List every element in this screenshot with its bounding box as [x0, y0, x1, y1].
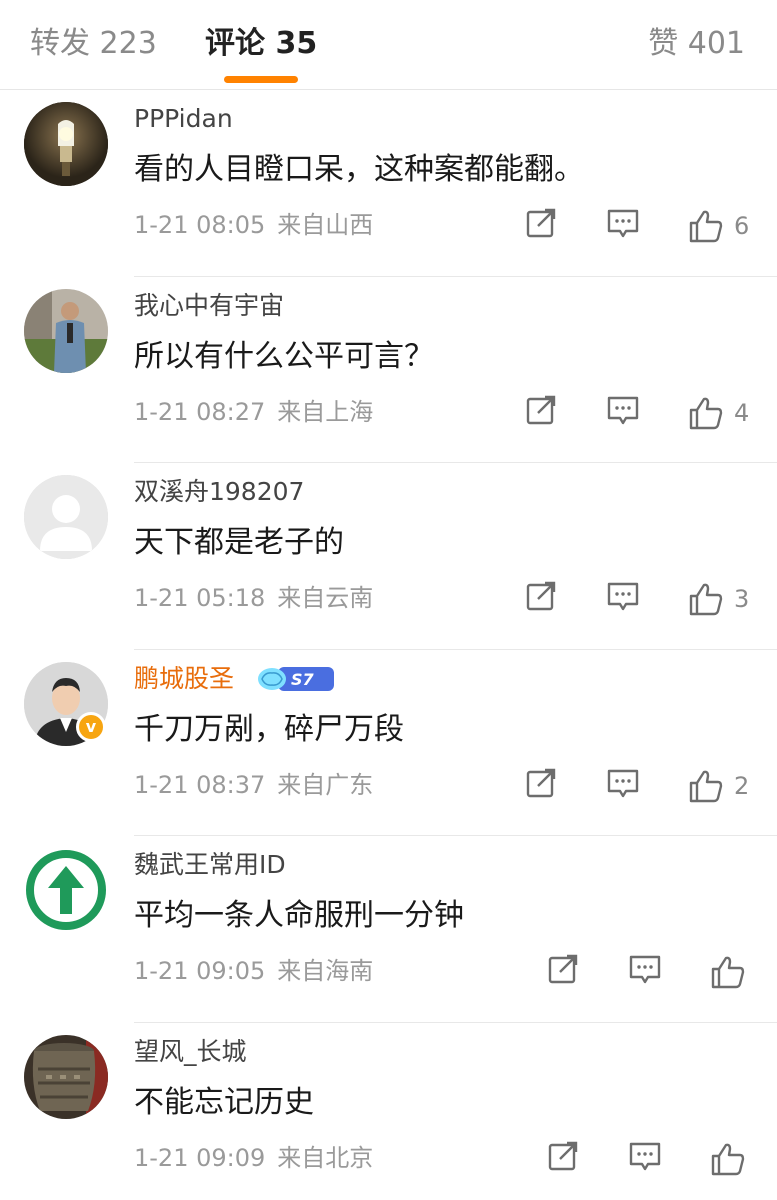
- reply-button[interactable]: [606, 393, 640, 433]
- repost-button[interactable]: [524, 206, 558, 246]
- repost-button[interactable]: [546, 952, 580, 992]
- comment-username[interactable]: 鹏城股圣: [134, 662, 234, 696]
- comment-time: 1-21 08:37: [134, 770, 266, 799]
- comment-item: 望风_长城 不能忘记历史 1-21 09:09 来自北京: [0, 1023, 777, 1200]
- like-button[interactable]: 3: [688, 579, 749, 619]
- like-count: 3: [734, 585, 750, 613]
- avatar[interactable]: [24, 288, 108, 373]
- tab-comments[interactable]: 评论 35: [205, 22, 317, 66]
- membership-level-badge: S7: [256, 664, 336, 694]
- repost-icon: [548, 1141, 578, 1170]
- comment-text: 所以有什么公平可言？: [134, 338, 434, 374]
- thumbs-up-icon: [689, 770, 723, 802]
- verified-badge-icon: v: [76, 711, 106, 742]
- tab-repost[interactable]: 转发 223: [30, 22, 157, 66]
- comment-meta: 1-21 05:18 来自云南: [134, 581, 373, 615]
- comment-meta: 1-21 09:09 来自北京: [134, 1141, 373, 1175]
- avatar[interactable]: [24, 848, 108, 932]
- comment-meta: 1-21 08:27 来自上海: [134, 395, 373, 429]
- lightbulb-avatar-icon: [24, 102, 108, 186]
- reply-button[interactable]: [606, 206, 640, 246]
- brain-level-icon: S7: [258, 666, 334, 691]
- comment-location: 来自上海: [277, 397, 374, 426]
- like-button[interactable]: 2: [688, 766, 749, 806]
- comment-text: 平均一条人命服刑一分钟: [134, 898, 464, 933]
- comment-item: PPPidan 看的人目瞪口呆，这种案都能翻。 1-21 08:05 来自山西 6: [0, 90, 777, 277]
- default-avatar-icon: [24, 475, 108, 559]
- avatar[interactable]: [24, 102, 108, 186]
- thumbs-up-icon: [689, 210, 723, 243]
- thumbs-up-icon: [689, 583, 723, 616]
- thumbs-up-icon: [689, 397, 723, 429]
- comment-text: 天下都是老子的: [134, 525, 344, 560]
- comment-text: 看的人目瞪口呆，这种案都能翻。: [134, 152, 584, 187]
- thumbs-up-icon: [711, 1143, 745, 1175]
- comment-time: 1-21 08:05: [134, 211, 266, 239]
- reply-button[interactable]: [606, 766, 640, 806]
- comment-list: PPPidan 看的人目瞪口呆，这种案都能翻。 1-21 08:05 来自山西 6: [0, 90, 777, 1200]
- active-tab-indicator: [224, 76, 298, 83]
- reply-button[interactable]: [628, 1139, 662, 1179]
- comment-time: 1-21 09:05: [134, 957, 266, 985]
- repost-icon: [526, 395, 556, 424]
- repost-button[interactable]: [546, 1139, 580, 1179]
- comment-icon: [629, 955, 661, 984]
- comment-location: 来自云南: [277, 584, 374, 612]
- comment-username[interactable]: PPPidan: [134, 102, 233, 136]
- comment-text: 千刀万剐，碎尸万段: [134, 711, 404, 747]
- comment-location: 来自海南: [277, 957, 374, 985]
- repost-button[interactable]: [524, 579, 558, 619]
- comment-item: v 鹏城股圣 S7 千刀万剐，碎尸万段 1-21 08:37 来自广东 2: [0, 650, 777, 836]
- comment-time: 1-21 09:09: [134, 1143, 266, 1172]
- comment-text: 不能忘记历史: [134, 1084, 314, 1120]
- comment-icon: [607, 769, 639, 797]
- comment-tabs: 转发 223 评论 35 赞 401: [0, 0, 777, 90]
- avatar[interactable]: [24, 475, 108, 559]
- like-count: 4: [734, 398, 750, 427]
- comment-time: 1-21 08:27: [134, 397, 266, 426]
- comment-meta: 1-21 09:05 来自海南: [134, 954, 373, 988]
- avatar[interactable]: [24, 1034, 108, 1119]
- repost-button[interactable]: [524, 766, 558, 806]
- comment-location: 来自广东: [277, 770, 374, 799]
- level-text: S7: [291, 670, 315, 689]
- repost-icon: [548, 954, 578, 984]
- like-count: 6: [734, 212, 750, 240]
- like-button[interactable]: 6: [688, 206, 749, 246]
- comment-location: 来自北京: [277, 1143, 374, 1172]
- comment-time: 1-21 05:18: [134, 584, 266, 612]
- repost-icon: [526, 581, 556, 611]
- comment-icon: [607, 582, 639, 611]
- reply-button[interactable]: [628, 952, 662, 992]
- comment-icon: [629, 1142, 661, 1170]
- like-button[interactable]: 4: [688, 393, 749, 433]
- repost-button[interactable]: [524, 393, 558, 433]
- comment-username[interactable]: 我心中有宇宙: [134, 289, 284, 323]
- person-avatar-icon: [24, 288, 108, 373]
- comment-username[interactable]: 望风_长城: [134, 1035, 247, 1069]
- comment-username[interactable]: 双溪舟198207: [134, 475, 304, 509]
- like-count: 2: [734, 771, 750, 800]
- repost-icon: [526, 208, 556, 238]
- comment-location: 来自山西: [277, 211, 374, 239]
- comment-meta: 1-21 08:37 来自广东: [134, 768, 373, 802]
- comment-icon: [607, 209, 639, 238]
- bronze-vessel-avatar-icon: [24, 1034, 108, 1119]
- tab-likes[interactable]: 赞 401: [648, 22, 745, 66]
- comment-meta: 1-21 08:05 来自山西: [134, 208, 373, 242]
- thumbs-up-icon: [711, 956, 745, 989]
- like-button[interactable]: [710, 952, 746, 992]
- comment-item: 魏武王常用ID 平均一条人命服刑一分钟 1-21 09:05 来自海南: [0, 836, 777, 1023]
- like-button[interactable]: [710, 1139, 746, 1179]
- green-up-arrow-avatar-icon: [26, 850, 106, 930]
- comment-username[interactable]: 魏武王常用ID: [134, 848, 286, 882]
- comment-item: 我心中有宇宙 所以有什么公平可言？ 1-21 08:27 来自上海 4: [0, 277, 777, 463]
- repost-icon: [526, 768, 556, 797]
- reply-button[interactable]: [606, 579, 640, 619]
- comment-item: 双溪舟198207 天下都是老子的 1-21 05:18 来自云南 3: [0, 463, 777, 650]
- comment-icon: [607, 396, 639, 424]
